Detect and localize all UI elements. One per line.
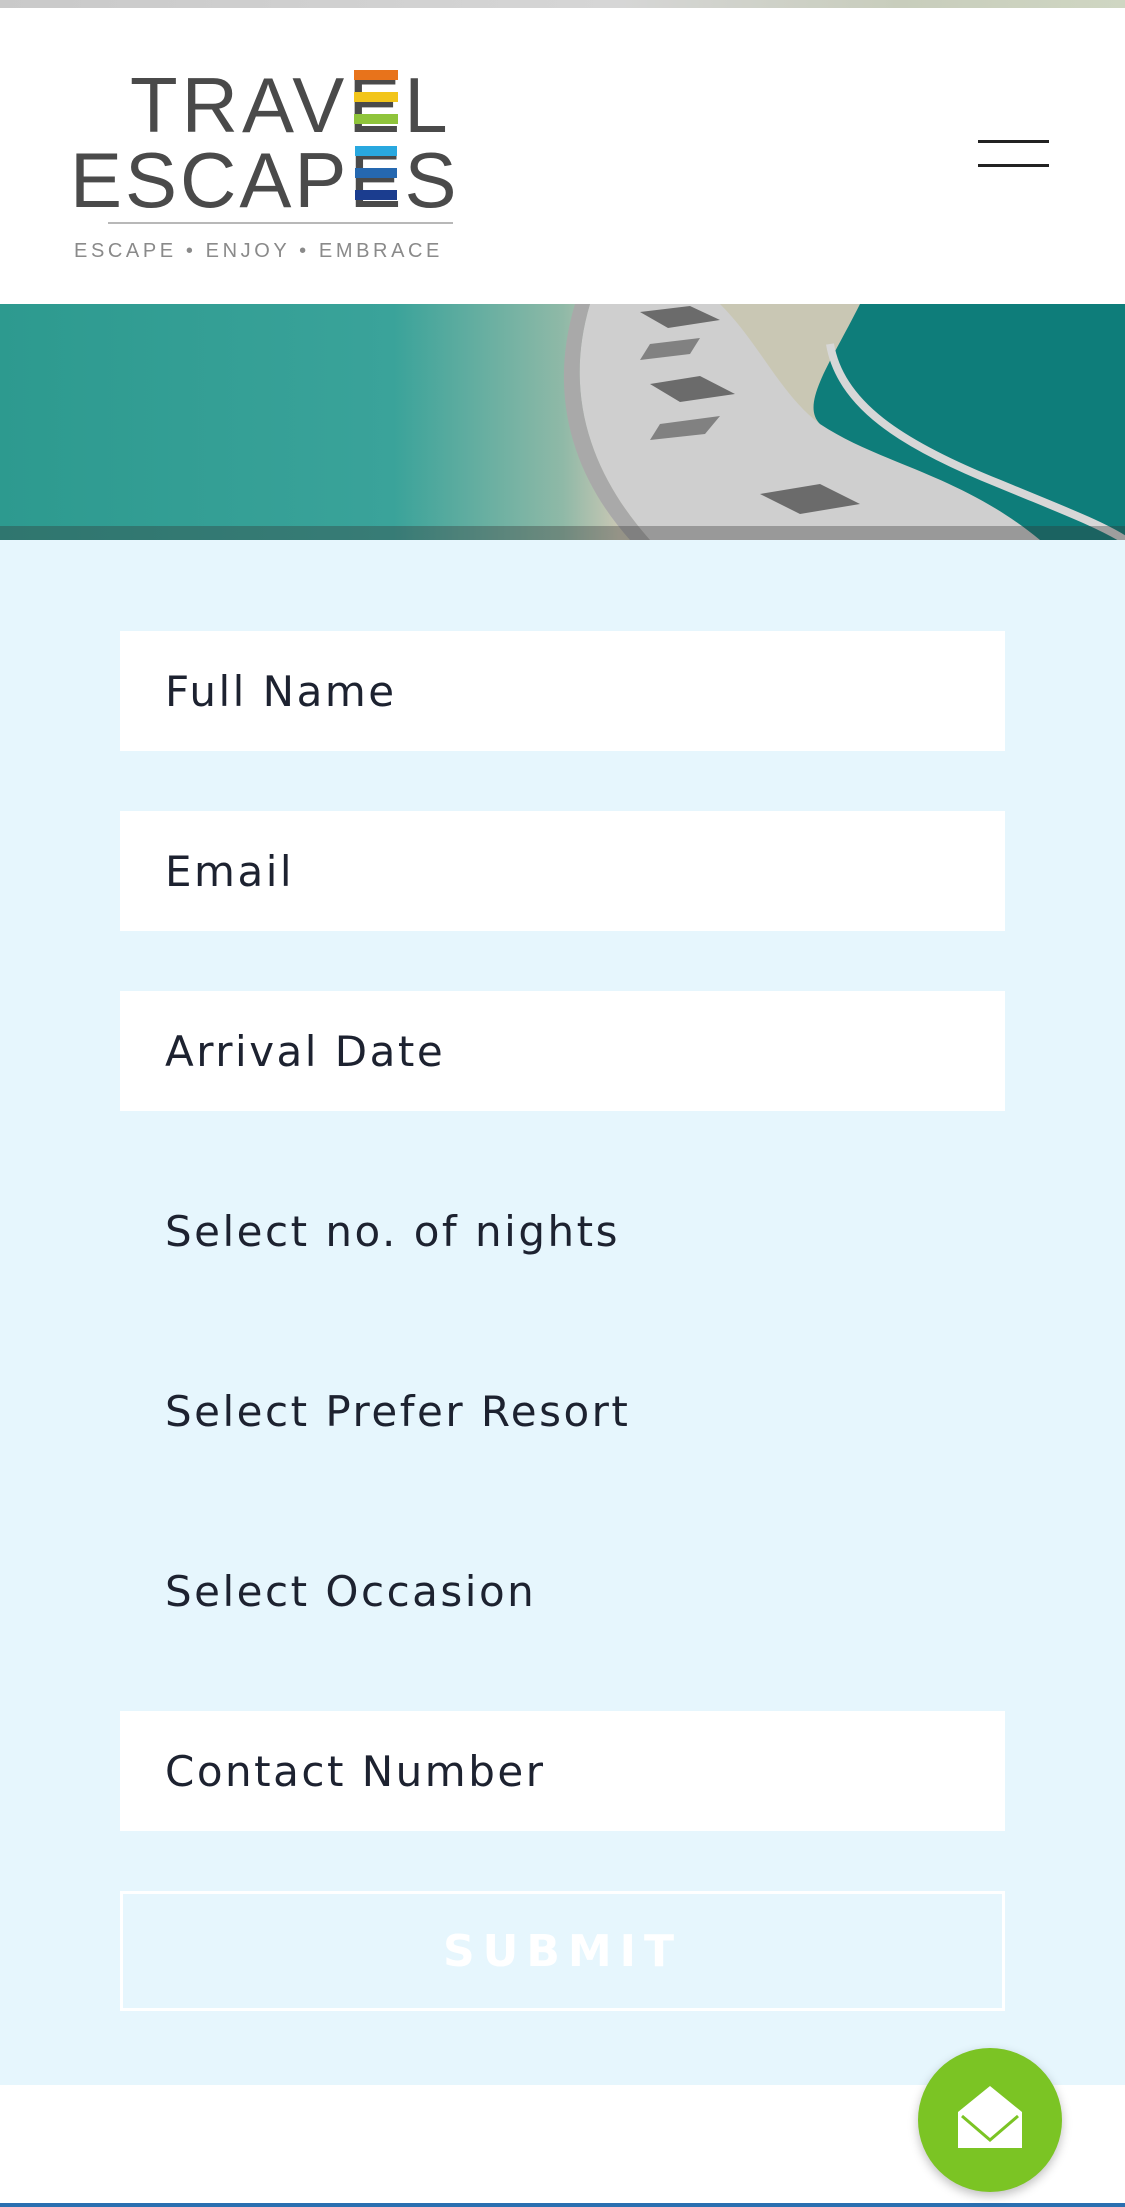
email-input[interactable]: Email (120, 811, 1005, 931)
hero-image (0, 304, 1125, 540)
top-strip (0, 0, 1125, 8)
booking-form: Full Name Email Arrival Date Select no. … (0, 540, 1125, 2085)
open-envelope-icon (958, 2086, 1022, 2148)
resort-selected-value: Select Prefer Resort (165, 1386, 631, 1436)
contact-fab-button[interactable] (918, 2048, 1062, 2192)
email-placeholder: Email (165, 846, 295, 896)
occasion-selected-value: Select Occasion (165, 1566, 537, 1616)
submit-button[interactable]: SUBMIT (120, 1891, 1005, 2011)
nights-selected-value: Select no. of nights (165, 1206, 620, 1256)
hamburger-menu-icon (978, 140, 1049, 143)
logo-tagline: ESCAPE • ENJOY • EMBRACE (74, 240, 443, 262)
logo-title-escapes: ESCAPES (70, 136, 459, 224)
hamburger-menu-button[interactable] (970, 128, 1050, 188)
pool-deck-umbrellas-image (0, 304, 1125, 540)
contact-number-input[interactable]: Contact Number (120, 1711, 1005, 1831)
hamburger-menu-icon-bar (978, 164, 1049, 167)
arrival-date-placeholder: Arrival Date (165, 1026, 446, 1076)
nights-select[interactable]: Select no. of nights (120, 1171, 1005, 1291)
travel-escapes-logo[interactable]: TRAVEL ESCAPES ESCAPE • ENJOY • EMBRACE (70, 52, 460, 267)
full-name-input[interactable]: Full Name (120, 631, 1005, 751)
arrival-date-input[interactable]: Arrival Date (120, 991, 1005, 1111)
contact-number-placeholder: Contact Number (165, 1746, 546, 1796)
resort-select[interactable]: Select Prefer Resort (120, 1351, 1005, 1471)
occasion-select[interactable]: Select Occasion (120, 1531, 1005, 1651)
full-name-placeholder: Full Name (165, 666, 397, 716)
site-header: TRAVEL ESCAPES ESCAPE • ENJOY • EMBRACE (0, 8, 1125, 304)
footer-divider (0, 2203, 1125, 2207)
